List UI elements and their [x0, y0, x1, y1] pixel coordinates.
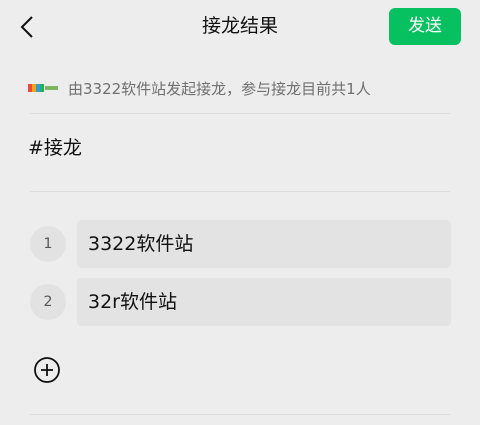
divider: [30, 113, 450, 114]
divider: [30, 414, 450, 415]
initiator-info: 由3322软件站发起接龙，参与接龙目前共1人: [28, 76, 371, 100]
entry-input[interactable]: 3322软件站: [77, 220, 451, 268]
add-entry-button[interactable]: [33, 356, 61, 384]
send-button[interactable]: 发送: [389, 8, 461, 45]
3322-logo-icon: [28, 81, 58, 95]
entry-number: 2: [30, 284, 66, 320]
entry-input[interactable]: 32r软件站: [77, 278, 451, 326]
plus-circle-icon: [34, 357, 60, 383]
list-item: 2 32r软件站: [30, 278, 451, 326]
entry-number: 1: [30, 226, 66, 262]
topic-title[interactable]: #接龙: [28, 135, 82, 161]
divider: [30, 191, 450, 192]
initiator-text: 由3322软件站发起接龙，参与接龙目前共1人: [68, 79, 371, 98]
navigation-bar: 接龙结果 发送: [0, 0, 480, 56]
list-item: 1 3322软件站: [30, 220, 451, 268]
